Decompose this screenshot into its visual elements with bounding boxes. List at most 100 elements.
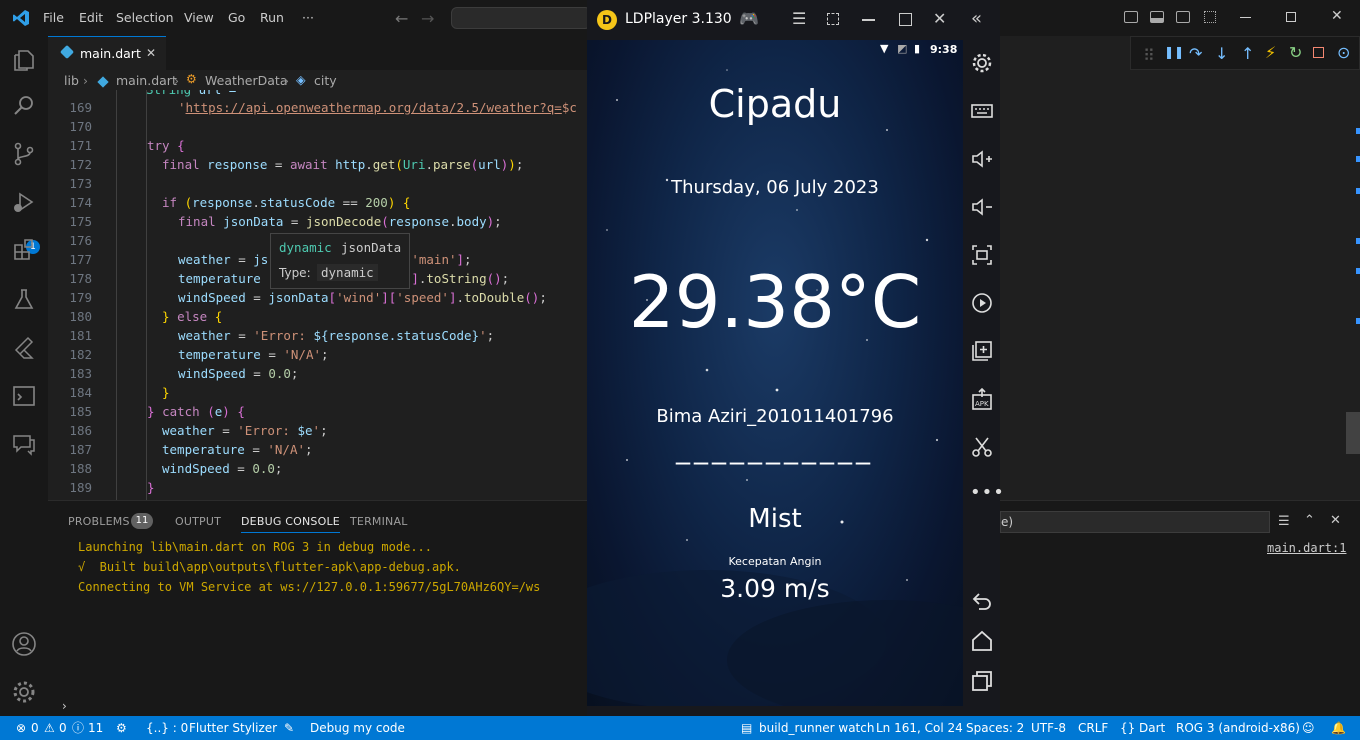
collapse-sidebar-icon[interactable]: « [971,8,982,29]
tab-terminal[interactable]: TERMINAL [350,515,408,528]
clear-console-icon[interactable]: ☰ [1278,514,1290,529]
cursor-position[interactable]: Ln 161, Col 24 [876,716,963,740]
menu-view[interactable]: View [184,0,214,36]
tab-main-dart[interactable]: main.dart ✕ [48,36,166,70]
android-recents-icon[interactable] [970,669,994,693]
braces-status[interactable]: {..} : 0 [146,716,188,740]
console-filter-input[interactable]: e) [1000,511,1270,533]
tab-output[interactable]: OUTPUT [175,515,221,528]
info-count[interactable]: 11 [88,716,103,740]
build-runner-status[interactable]: build_runner watch [759,716,874,740]
ld-minimize-icon[interactable] [862,19,875,21]
ld-maximize-icon[interactable] [899,13,912,26]
hamburger-menu-icon[interactable]: ☰ [792,9,806,28]
tab-close-icon[interactable]: ✕ [146,46,156,60]
volume-down-icon[interactable] [970,195,994,219]
command-center-search[interactable] [451,7,591,29]
comments-icon[interactable] [10,430,38,458]
back-arrow-icon[interactable]: ← [395,9,408,28]
terminal-panel-icon[interactable] [10,382,38,410]
more-options-icon[interactable]: ••• [970,482,1005,503]
eol-status[interactable]: CRLF [1078,716,1108,740]
phone-screen[interactable]: ▼ ◩ ▮ 9:38 Cipadu Thursday, 06 July 2023… [587,40,963,706]
step-over-icon[interactable]: ↷ [1189,44,1202,63]
warnings-count[interactable]: 0 [59,716,67,740]
breadcrumb-field[interactable]: city [314,73,337,88]
step-into-icon[interactable]: ↓ [1215,44,1228,63]
line-number: 170 [69,119,92,134]
screenshot-icon[interactable] [970,243,994,267]
inspect-icon[interactable]: ⊙ [1337,43,1350,62]
minimize-icon[interactable] [1240,17,1251,18]
code-line-179: windSpeed = jsonData['wind']['speed'].to… [178,290,547,305]
ld-close-icon[interactable]: ✕ [933,9,946,28]
record-icon[interactable] [970,291,994,315]
restore-icon[interactable] [1286,12,1296,22]
volume-up-icon[interactable] [970,147,994,171]
stop-icon[interactable] [1313,47,1324,58]
settings-icon[interactable] [970,51,994,75]
breadcrumb-lib[interactable]: lib [64,73,79,88]
editor-scrollbar[interactable] [1346,412,1360,454]
accounts-icon[interactable] [10,630,38,658]
breadcrumb-class[interactable]: WeatherData [205,73,287,88]
line-number: 180 [69,309,92,324]
gamepad-icon[interactable]: 🎮 [739,9,759,28]
menu-file[interactable]: File [43,0,64,36]
hot-reload-icon[interactable]: ⚡ [1265,43,1276,62]
scissors-icon[interactable] [970,435,994,459]
close-window-icon[interactable]: ✕ [1331,8,1343,24]
source-link[interactable]: main.dart:1 [1267,541,1346,555]
notifications-bell-icon[interactable]: 🔔 [1331,716,1346,740]
search-icon[interactable] [10,92,38,120]
customize-layout-icon[interactable] [1204,11,1216,23]
step-out-icon[interactable]: ↑ [1241,44,1254,63]
debug-attach-icon[interactable]: ⚙ [116,716,127,740]
remote-status-icon[interactable]: ⊗ [16,716,26,740]
android-home-icon[interactable] [970,629,994,653]
multi-instance-icon[interactable] [970,339,994,363]
toggle-primary-sidebar-icon[interactable] [1124,11,1138,23]
toggle-panel-icon[interactable] [1150,11,1164,23]
code-line-169: 'https://api.openweathermap.org/data/2.5… [178,100,577,115]
menu-run[interactable]: Run [260,0,284,36]
line-number: 175 [69,214,92,229]
explorer-icon[interactable] [10,46,38,74]
keyboard-icon[interactable] [970,99,994,123]
maximize-panel-icon[interactable]: ⌃ [1304,513,1315,528]
indent-status[interactable]: Spaces: 2 [966,716,1024,740]
flutter-stylizer-status[interactable]: Flutter Stylizer [189,716,277,740]
drag-handle-icon[interactable]: ⠿ [1143,46,1155,65]
language-status[interactable]: Dart [1139,716,1165,740]
testing-flask-icon[interactable] [10,286,38,314]
shrink-icon[interactable] [827,13,839,25]
menu-more[interactable]: ··· [302,0,314,36]
toggle-secondary-sidebar-icon[interactable] [1176,11,1190,23]
forward-arrow-icon[interactable]: → [421,9,434,28]
menu-go[interactable]: Go [228,0,245,36]
extensions-icon[interactable] [10,236,38,264]
device-status[interactable]: ROG 3 (android-x86) [1176,716,1300,740]
close-panel-icon[interactable]: ✕ [1330,513,1341,528]
breadcrumb-file[interactable]: main.dart [116,73,177,88]
problems-count-badge: 11 [131,513,153,529]
tab-problems[interactable]: PROBLEMS [68,515,130,528]
feedback-icon[interactable]: ☺ [1302,716,1315,740]
code-line-189: } [147,480,155,495]
tab-debug-console[interactable]: DEBUG CONSOLE [241,515,340,533]
menu-selection[interactable]: Selection [116,0,174,36]
code-editor[interactable]: String url = 169 'https://api.openweathe… [48,90,588,500]
menu-edit[interactable]: Edit [79,0,103,36]
encoding-status[interactable]: UTF-8 [1031,716,1066,740]
console-prompt-icon[interactable]: › [62,699,67,713]
pause-icon[interactable]: ❚❚ [1164,45,1184,59]
settings-gear-icon[interactable] [10,678,38,706]
android-back-icon[interactable] [970,589,994,613]
flutter-icon[interactable] [10,334,38,362]
install-apk-icon[interactable]: APK [970,387,994,411]
source-control-icon[interactable] [10,140,38,168]
run-debug-icon[interactable] [10,188,38,216]
errors-count[interactable]: 0 [31,716,39,740]
debug-my-code-status[interactable]: Debug my code [310,716,405,740]
restart-icon[interactable]: ↻ [1289,43,1302,62]
